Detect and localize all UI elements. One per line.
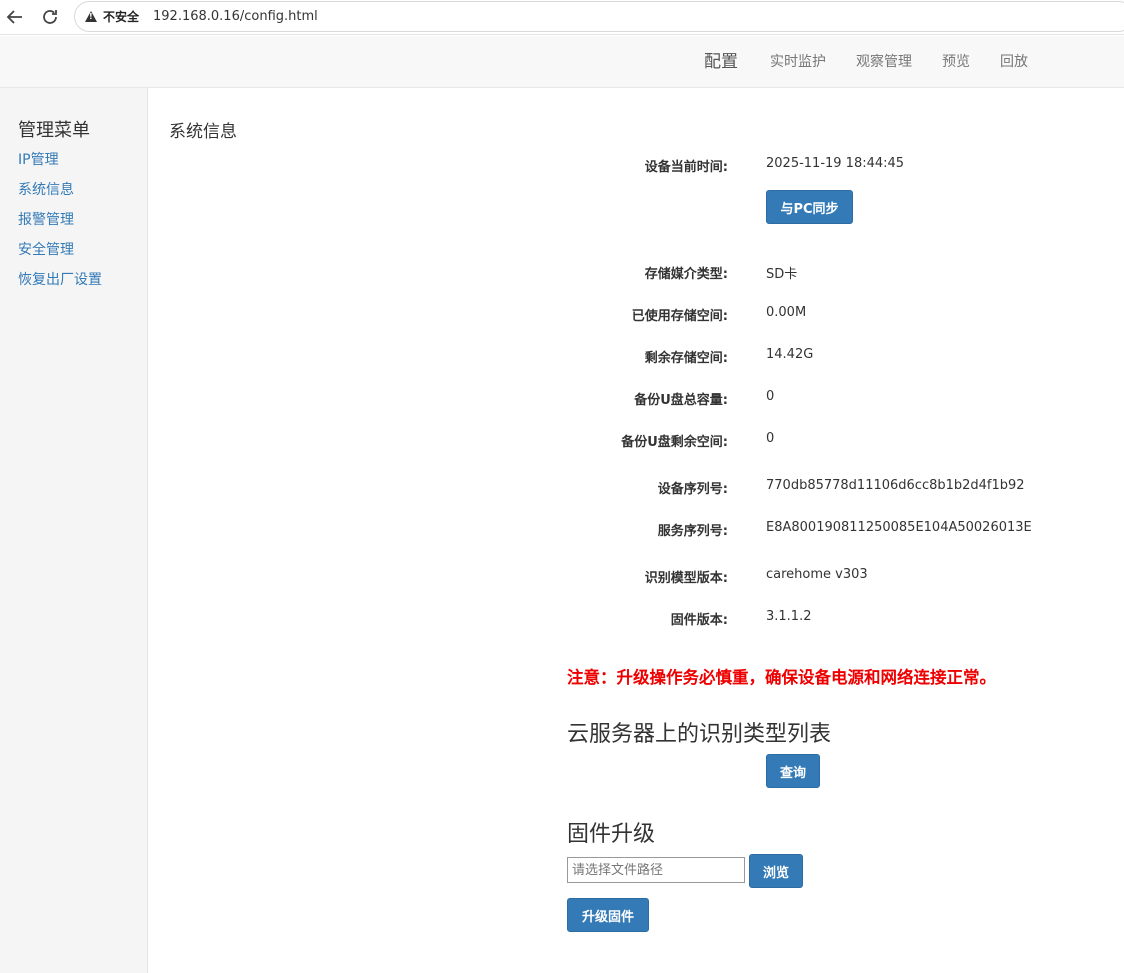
- value-storage-type: SD卡: [766, 267, 798, 282]
- sidebar-title: 管理菜单: [18, 120, 90, 141]
- value-service-serial: E8A800190811250085E104A50026013E: [766, 520, 1032, 535]
- insecure-label: 不安全: [103, 10, 140, 24]
- nav-preview[interactable]: 预览: [942, 36, 970, 88]
- sidebar: 管理菜单 IP管理 系统信息 报警管理 安全管理 恢复出厂设置: [0, 88, 148, 973]
- sync-pc-button[interactable]: 与PC同步: [766, 190, 853, 224]
- file-path-input[interactable]: [567, 857, 745, 883]
- value-device-serial: 770db85778d11106d6cc8b1b2d4f1b92: [766, 478, 1025, 493]
- browser-toolbar: 不安全 192.168.0.16/config.html: [0, 0, 1124, 35]
- nav-realtime-monitor[interactable]: 实时监护: [770, 36, 826, 88]
- warning-icon: [85, 11, 97, 22]
- sidebar-item-factory-reset[interactable]: 恢复出厂设置: [18, 269, 102, 289]
- sidebar-item-alarm[interactable]: 报警管理: [18, 209, 74, 229]
- upgrade-warning: 注意：升级操作务必慎重，确保设备电源和网络连接正常。: [567, 668, 996, 687]
- top-navbar: 配置 实时监护 观察管理 预览 回放: [0, 36, 1124, 88]
- label-free-storage: 剩余存储空间:: [644, 351, 728, 366]
- value-free-storage: 14.42G: [766, 347, 814, 362]
- cloud-types-heading: 云服务器上的识别类型列表: [567, 722, 832, 747]
- back-arrow-icon[interactable]: [3, 5, 27, 29]
- label-device-serial: 设备序列号:: [657, 482, 728, 497]
- value-firmware-version: 3.1.1.2: [766, 609, 812, 624]
- label-usb-total: 备份U盘总容量:: [634, 393, 728, 408]
- nav-config[interactable]: 配置: [704, 36, 738, 88]
- reload-icon[interactable]: [38, 5, 62, 29]
- sidebar-item-security[interactable]: 安全管理: [18, 239, 74, 259]
- label-device-time: 设备当前时间:: [644, 160, 728, 175]
- sidebar-item-ip[interactable]: IP管理: [18, 149, 59, 169]
- value-usb-free: 0: [766, 431, 775, 446]
- upgrade-firmware-button[interactable]: 升级固件: [567, 898, 649, 932]
- label-usb-free: 备份U盘剩余空间:: [621, 435, 728, 450]
- value-device-time: 2025-11-19 18:44:45: [766, 156, 905, 171]
- label-firmware-version: 固件版本:: [670, 613, 728, 628]
- nav-observation-mgmt[interactable]: 观察管理: [856, 36, 912, 88]
- address-bar[interactable]: 不安全 192.168.0.16/config.html: [74, 1, 1124, 32]
- label-storage-type: 存储媒介类型:: [644, 267, 728, 282]
- url-text[interactable]: 192.168.0.16/config.html: [153, 9, 318, 24]
- value-usb-total: 0: [766, 389, 775, 404]
- label-model-version: 识别模型版本:: [644, 571, 728, 586]
- page-title: 系统信息: [169, 122, 237, 142]
- query-button[interactable]: 查询: [766, 754, 820, 788]
- firmware-upgrade-heading: 固件升级: [567, 822, 656, 847]
- browse-button[interactable]: 浏览: [749, 854, 803, 888]
- value-model-version: carehome v303: [766, 567, 868, 582]
- label-used-storage: 已使用存储空间:: [631, 309, 728, 324]
- label-service-serial: 服务序列号:: [657, 524, 728, 539]
- value-used-storage: 0.00M: [766, 305, 807, 320]
- nav-playback[interactable]: 回放: [1000, 36, 1028, 88]
- sidebar-item-system-info[interactable]: 系统信息: [18, 179, 74, 199]
